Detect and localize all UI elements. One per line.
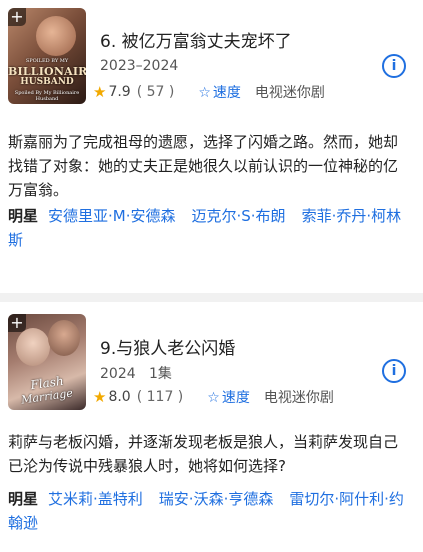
rate-label: 速度	[212, 85, 241, 101]
rating-value: 7.9	[108, 84, 131, 100]
title[interactable]: 6. 被亿万富翁丈夫宠坏了	[100, 27, 292, 52]
year: 2023–2024	[100, 58, 179, 74]
poster-face	[48, 320, 80, 356]
star-outline-icon: ☆	[207, 390, 220, 406]
poster-text: SPOILED BY MY	[25, 58, 69, 64]
actor-link[interactable]: 瑞安·沃森·亨德森	[159, 490, 274, 508]
poster-image[interactable]: SPOILED BY MY BILLIONAIRE HUSBAND Spoile…	[8, 8, 86, 104]
actor-link[interactable]: 安德里亚·M·安德森	[48, 207, 175, 225]
description: 斯嘉丽为了完成祖母的遗愿，选择了闪婚之路。然而，她却找错了对象：她的丈夫正是她很…	[8, 133, 399, 199]
plus-icon[interactable]: +	[8, 8, 26, 26]
poster-text: Spoiled By My Billionaire Husband	[14, 90, 80, 102]
card-divider	[0, 293, 423, 302]
title-card-1[interactable]: SPOILED BY MY BILLIONAIRE HUSBAND Spoile…	[0, 0, 423, 292]
episodes: 1集	[149, 366, 172, 382]
genre: 电视迷你剧	[254, 85, 325, 101]
info-icon[interactable]: i	[382, 54, 406, 78]
poster-face	[16, 328, 50, 366]
rate-button[interactable]: ☆ 速度	[207, 387, 250, 407]
actor-link[interactable]: 迈克尔·S·布朗	[192, 207, 286, 225]
cast-row: 明星 安德里亚·M·安德森 迈克尔·S·布朗 索菲·乔丹·柯林斯	[8, 204, 408, 252]
poster-text: HUSBAND	[20, 77, 74, 87]
rating-row: ★ 7.9 ( 57 ) ☆ 速度 电视迷你剧	[93, 82, 325, 102]
description: 莉萨与老板闪婚，并逐渐发现老板是狼人，当莉萨发现自己已沦为传说中残暴狼人时，她将…	[8, 433, 399, 475]
rate-button[interactable]: ☆ 速度	[198, 82, 241, 102]
star-outline-icon: ☆	[198, 85, 211, 101]
cast-label: 明星	[8, 490, 39, 508]
poster-face	[36, 16, 76, 56]
year: 2024	[100, 366, 136, 382]
year-episodes: 2024 1集	[100, 363, 172, 383]
rating-count: ( 57 )	[136, 84, 175, 100]
info-icon[interactable]: i	[382, 359, 406, 383]
genre: 电视迷你剧	[263, 390, 334, 406]
title[interactable]: 9.与狼人老公闪婚	[100, 334, 235, 359]
poster-image[interactable]: Flash Marriage +	[8, 314, 86, 410]
rating-value: 8.0	[108, 389, 131, 405]
plus-icon[interactable]: +	[8, 314, 26, 332]
actor-link[interactable]: 艾米莉·盖特利	[48, 490, 143, 508]
rating-count: ( 117 )	[136, 389, 184, 405]
rating-row: ★ 8.0 ( 117 ) ☆ 速度 电视迷你剧	[93, 387, 334, 407]
star-icon: ★	[93, 83, 107, 101]
rate-label: 速度	[221, 390, 250, 406]
star-icon: ★	[93, 388, 107, 406]
cast-row: 明星 艾米莉·盖特利 瑞安·沃森·亨德森 雷切尔·阿什利·约翰逊	[8, 487, 408, 535]
cast-label: 明星	[8, 207, 39, 225]
